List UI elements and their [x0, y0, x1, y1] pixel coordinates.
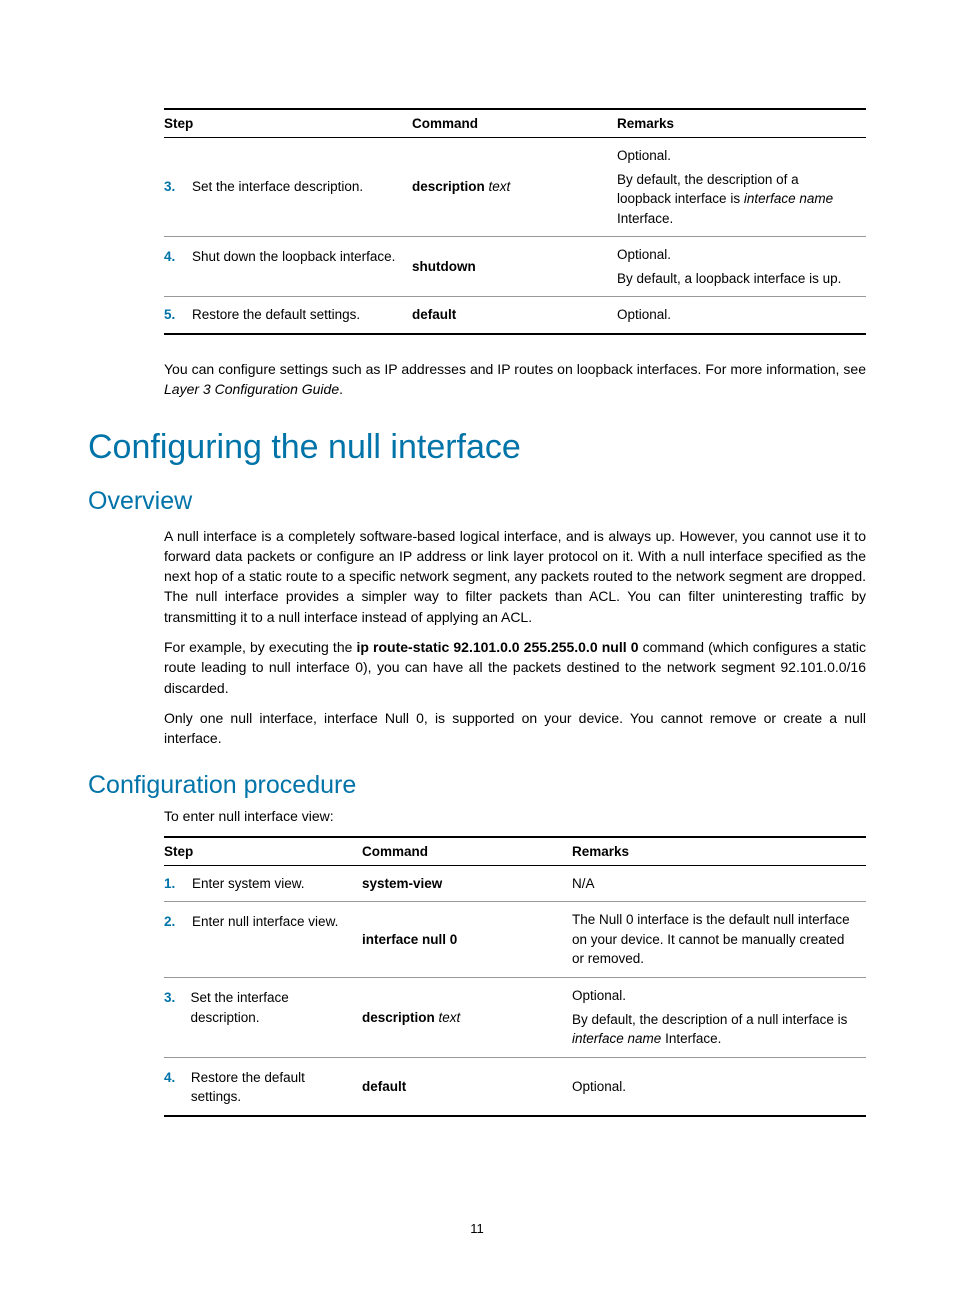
th-step: Step: [164, 109, 412, 138]
step-desc: Enter system view.: [192, 876, 305, 891]
table-row: 5.Restore the default settings. default …: [164, 297, 866, 334]
command-cell: description text: [412, 138, 617, 237]
remarks-line: Optional.: [572, 986, 856, 1006]
step-number: 5.: [164, 305, 192, 325]
step-desc: Set the interface description.: [192, 179, 363, 194]
table-row: 4. Shut down the loopback interface. shu…: [164, 237, 866, 297]
remarks-line: Optional.: [617, 146, 856, 166]
cmd-italic: text: [435, 1010, 461, 1025]
step-desc: Shut down the loopback interface.: [192, 247, 395, 267]
step-number: 3.: [164, 177, 192, 197]
th-step: Step: [164, 837, 362, 866]
remarks-line: Optional.: [617, 245, 856, 265]
cmd-bold: default: [412, 307, 456, 322]
remarks-line: By default, the description of a null in…: [572, 1010, 856, 1049]
heading-2-overview: Overview: [88, 487, 866, 516]
th-remarks: Remarks: [617, 109, 866, 138]
table-row: 2. Enter null interface view. interface …: [164, 902, 866, 978]
table-row: 3. Set the interface description. descri…: [164, 978, 866, 1058]
command-cell: default: [412, 297, 617, 334]
th-command: Command: [362, 837, 572, 866]
config-table-1: Step Command Remarks 3.Set the interface…: [164, 108, 866, 335]
step-number: 4.: [164, 247, 192, 267]
body-paragraph: Only one null interface, interface Null …: [164, 708, 866, 749]
command-cell: interface null 0: [362, 902, 572, 978]
heading-1: Configuring the null interface: [88, 428, 866, 467]
step-cell: 3.Set the interface description.: [164, 138, 412, 237]
table-header-row: Step Command Remarks: [164, 837, 866, 866]
table-header-row: Step Command Remarks: [164, 109, 866, 138]
body-paragraph: A null interface is a completely softwar…: [164, 526, 866, 627]
heading-2-config-procedure: Configuration procedure: [88, 771, 866, 800]
body-paragraph: To enter null interface view:: [164, 806, 866, 826]
cmd-bold: description: [412, 179, 485, 194]
remarks-cell: Optional.: [572, 1057, 866, 1116]
command-cell: description text: [362, 978, 572, 1058]
step-number: 2.: [164, 912, 192, 932]
command-cell: default: [362, 1057, 572, 1116]
step-desc: Set the interface description.: [190, 988, 352, 1027]
page-number: 11: [0, 1221, 954, 1236]
cmd-bold: description: [362, 1010, 435, 1025]
cmd-bold: interface null 0: [362, 932, 457, 947]
remarks-cell: N/A: [572, 865, 866, 902]
remarks-cell: Optional. By default, the description of…: [617, 138, 866, 237]
body-paragraph: You can configure settings such as IP ad…: [164, 359, 866, 400]
body-paragraph: For example, by executing the ip route-s…: [164, 637, 866, 698]
step-desc: Restore the default settings.: [192, 307, 360, 322]
page: Step Command Remarks 3.Set the interface…: [0, 0, 954, 1296]
command-cell: system-view: [362, 865, 572, 902]
remarks-line: By default, the description of a loopbac…: [617, 170, 856, 229]
remarks-cell: Optional. By default, a loopback interfa…: [617, 237, 866, 297]
remarks-cell: The Null 0 interface is the default null…: [572, 902, 866, 978]
th-remarks: Remarks: [572, 837, 866, 866]
step-cell: 5.Restore the default settings.: [164, 297, 412, 334]
step-cell: 4. Restore the default settings.: [164, 1057, 362, 1116]
cmd-italic: text: [485, 179, 511, 194]
table-row: 4. Restore the default settings. default…: [164, 1057, 866, 1116]
step-number: 1.: [164, 874, 192, 894]
step-cell: 4. Shut down the loopback interface.: [164, 237, 412, 297]
cmd-bold: default: [362, 1079, 406, 1094]
step-number: 4.: [164, 1068, 191, 1107]
step-desc: Enter null interface view.: [192, 912, 338, 932]
th-command: Command: [412, 109, 617, 138]
config-table-2: Step Command Remarks 1.Enter system view…: [164, 836, 866, 1117]
cmd-bold: system-view: [362, 876, 442, 891]
remarks-cell: Optional.: [617, 297, 866, 334]
command-cell: shutdown: [412, 237, 617, 297]
table-row: 1.Enter system view. system-view N/A: [164, 865, 866, 902]
remarks-cell: Optional. By default, the description of…: [572, 978, 866, 1058]
step-cell: 3. Set the interface description.: [164, 978, 362, 1058]
remarks-line: By default, a loopback interface is up.: [617, 269, 856, 289]
table-row: 3.Set the interface description. descrip…: [164, 138, 866, 237]
cmd-bold: shutdown: [412, 259, 476, 274]
step-number: 3.: [164, 988, 190, 1027]
step-desc: Restore the default settings.: [191, 1068, 352, 1107]
step-cell: 2. Enter null interface view.: [164, 902, 362, 978]
step-cell: 1.Enter system view.: [164, 865, 362, 902]
